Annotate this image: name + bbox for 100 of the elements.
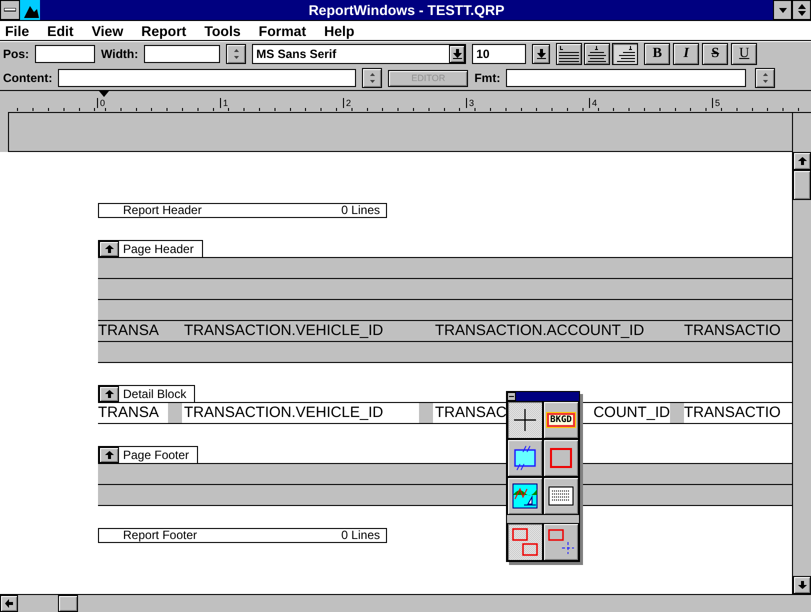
spinner-icon [762, 72, 769, 84]
menu-item[interactable]: Edit [47, 22, 83, 38]
menu-item[interactable]: Format [258, 22, 316, 38]
tool-button[interactable] [507, 439, 543, 477]
column-separator [168, 403, 182, 423]
section-name: Detail Block [122, 387, 188, 401]
field-label: TRANSACTION.VEHICLE_ID [184, 321, 384, 341]
size-dropdown[interactable]: 10 [472, 44, 526, 64]
spinner-icon [232, 48, 240, 60]
text-style-button[interactable]: B [644, 43, 670, 65]
field-label: TRANSA [98, 403, 159, 423]
text-style-button[interactable]: S [702, 43, 728, 65]
up-arrow-icon [104, 451, 114, 459]
tool-button[interactable] [507, 401, 543, 439]
content-field[interactable] [58, 69, 356, 87]
down-arrow-icon [536, 49, 546, 59]
field-label: TRANSACTION.ACCOUNT_ID [435, 321, 644, 341]
spinner-button[interactable] [755, 68, 776, 88]
field-label: TRANSACTIO [684, 403, 781, 423]
scroll-thumb[interactable] [58, 595, 78, 612]
field-label: TRANSA [98, 321, 159, 341]
field-label: Fmt: [474, 71, 500, 85]
collapse-button[interactable] [99, 241, 119, 257]
rectangle-sparkle-icon [547, 528, 575, 556]
section-name: Page Footer [122, 448, 190, 462]
align-button[interactable] [556, 43, 582, 65]
column-separator [419, 403, 433, 423]
down-arrow-icon [798, 581, 806, 589]
align-right-icon [615, 46, 636, 62]
collapse-button[interactable] [99, 447, 119, 463]
scroll-down-button[interactable] [793, 576, 811, 594]
align-left-icon [559, 46, 580, 62]
window-title: ReportWindows - TESTT.QRP [308, 2, 506, 18]
spinner-button[interactable] [226, 44, 246, 64]
down-arrow-icon [452, 49, 462, 59]
position-field[interactable] [35, 45, 96, 63]
collapse-button[interactable] [99, 386, 119, 402]
scroll-up-button[interactable] [793, 152, 811, 170]
ruler-number: 1 [220, 98, 228, 108]
field-label: TRANSACTION.VEHICLE_ID [184, 403, 384, 423]
field-label: Width: [101, 47, 138, 61]
line-count: 0 Lines [341, 204, 380, 217]
text-style-button[interactable]: U [731, 43, 758, 65]
up-arrow-icon [798, 157, 806, 165]
field-label: Pos: [3, 47, 30, 61]
tool-button[interactable] [543, 439, 579, 477]
menu-item[interactable]: Tools [204, 22, 250, 38]
tool-button[interactable]: BKGD [543, 401, 579, 439]
menu-item[interactable]: File [5, 22, 38, 38]
minimize-icon [778, 8, 786, 12]
width-field[interactable] [144, 45, 220, 63]
up-arrow-icon [104, 245, 114, 253]
landscape-picture-icon [512, 483, 538, 509]
left-arrow-icon [5, 599, 13, 608]
ruler-number: 4 [589, 98, 598, 108]
restore-icon [798, 4, 806, 16]
background-tool-icon: BKGD [547, 413, 575, 427]
system-menu-button[interactable] [0, 0, 20, 20]
minimize-button[interactable] [773, 0, 792, 20]
align-center-icon [587, 46, 608, 62]
vertical-scrollbar[interactable] [792, 152, 811, 594]
font-dropdown[interactable]: MS Sans Serif [252, 44, 466, 64]
field-label: COUNT_ID [593, 403, 670, 423]
system-menu-icon [4, 8, 16, 12]
spinner-icon [368, 72, 376, 84]
field-label: TRANSACTIO [684, 321, 781, 341]
section-name: Report Footer [123, 529, 198, 542]
tool-button[interactable] [543, 477, 579, 515]
column-separator [670, 403, 684, 423]
restore-button[interactable] [792, 0, 811, 20]
align-button[interactable] [612, 43, 638, 65]
line-count: 0 Lines [341, 529, 380, 542]
rectangle-icon [549, 447, 573, 469]
field-label: TRANSAC [435, 403, 507, 423]
menu-item[interactable]: Help [324, 22, 364, 38]
crosshair-icon [513, 408, 537, 432]
spinner-button[interactable] [362, 68, 382, 88]
format-field[interactable] [506, 69, 746, 87]
tool-button[interactable] [507, 523, 543, 561]
horizontal-scrollbar[interactable] [0, 594, 811, 612]
linked-frame-icon [512, 445, 538, 471]
ruler-number: 3 [466, 98, 474, 108]
section-name: Page Header [122, 242, 195, 256]
scroll-left-button[interactable] [0, 595, 18, 612]
size-dropdown-button[interactable] [532, 44, 550, 64]
menu-item[interactable]: View [92, 22, 132, 38]
grouped-rectangles-icon [511, 527, 539, 557]
up-arrow-icon [104, 390, 114, 398]
menu-item[interactable]: Report [141, 22, 196, 38]
ruler-number: 0 [97, 98, 106, 108]
section-name: Report Header [123, 204, 202, 217]
ruler-number: 5 [712, 98, 720, 108]
scroll-thumb[interactable] [793, 170, 811, 200]
text-style-button[interactable]: I [673, 43, 700, 65]
field-label: Content: [3, 71, 52, 85]
ruler-number: 2 [343, 98, 352, 108]
tool-button[interactable] [507, 477, 543, 515]
table-grid-icon [548, 486, 574, 506]
align-button[interactable] [584, 43, 610, 65]
tool-button[interactable] [543, 523, 579, 561]
